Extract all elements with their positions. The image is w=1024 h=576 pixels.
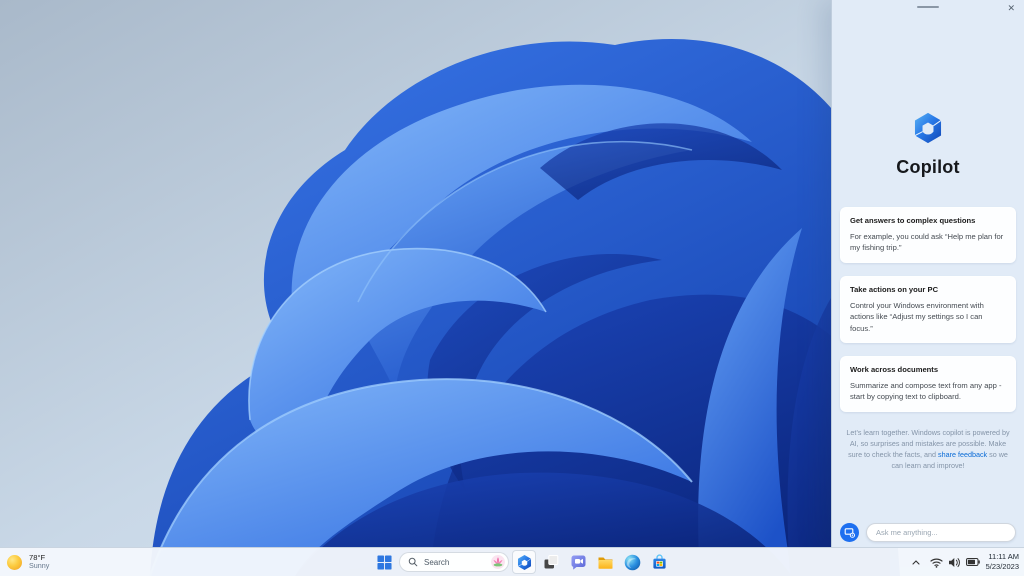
close-icon[interactable]: ✕ — [1005, 2, 1017, 15]
card-title: Work across documents — [850, 364, 939, 374]
suggestion-card-actions[interactable]: Take actions on your PC Control your Win… — [840, 275, 1016, 343]
taskbar: 78°F Sunny Search 11:11 AM 5/23/2023 — [0, 547, 1024, 576]
panel-title: Copilot — [896, 157, 960, 177]
store-button[interactable] — [647, 550, 671, 574]
edge-icon — [624, 554, 640, 570]
tray-date: 5/23/2023 — [985, 562, 1019, 571]
card-title: Get answers to complex questions — [850, 216, 976, 225]
taskbar-copilot-button[interactable] — [512, 550, 536, 574]
task-view-icon — [544, 555, 559, 569]
suggestion-card-documents[interactable]: Work across documents Summarize and comp… — [840, 355, 1016, 412]
system-tray: 11:11 AM 5/23/2023 — [908, 548, 1019, 576]
ai-disclaimer: Let’s learn together. Windows copilot is… — [845, 427, 1011, 472]
ask-me-anything-input[interactable] — [866, 523, 1016, 542]
file-explorer-button[interactable] — [593, 550, 617, 574]
desktop: ✕ Copilot Get answers to complex questio… — [0, 0, 1024, 576]
weather-widget[interactable]: 78°F Sunny — [7, 548, 49, 576]
chevron-up-icon — [912, 559, 920, 565]
chat-icon — [571, 555, 585, 570]
tray-time: 11:11 AM — [988, 552, 1019, 562]
edge-button[interactable] — [620, 550, 644, 574]
copilot-panel: ✕ Copilot Get answers to complex questio… — [831, 0, 1024, 548]
copilot-logo-icon — [911, 111, 945, 145]
wifi-icon — [930, 558, 943, 568]
task-view-button[interactable] — [539, 550, 563, 574]
sun-icon — [7, 554, 22, 570]
search-box[interactable]: Search — [399, 552, 509, 572]
share-feedback-link[interactable]: share feedback — [938, 450, 987, 459]
copilot-icon — [516, 554, 533, 571]
taskbar-center: Search — [372, 548, 671, 576]
battery-icon — [965, 558, 980, 566]
suggestion-card-questions[interactable]: Get answers to complex questions For exa… — [840, 207, 1016, 263]
volume-icon — [948, 557, 960, 567]
card-body: For example, you could ask “Help me plan… — [850, 232, 1004, 253]
search-label: Search — [424, 557, 450, 567]
quick-settings-button[interactable] — [930, 557, 980, 568]
lotus-flower-icon — [491, 555, 505, 569]
clock-widget[interactable]: 11:11 AM 5/23/2023 — [986, 552, 1019, 571]
copilot-logo — [832, 111, 1024, 145]
chat-button[interactable] — [566, 550, 590, 574]
weather-condition: Sunny — [29, 561, 50, 571]
suggestion-cards: Get answers to complex questions For exa… — [832, 207, 1024, 412]
hidden-icons-button[interactable] — [908, 550, 924, 574]
copilot-badge-icon[interactable] — [840, 523, 859, 542]
windows-start-icon — [376, 554, 392, 570]
card-title: Take actions on your PC — [850, 284, 939, 294]
start-button[interactable] — [372, 550, 396, 574]
ask-input-row — [840, 523, 1016, 542]
search-icon — [408, 557, 418, 567]
file-explorer-icon — [598, 557, 612, 569]
store-icon — [652, 553, 666, 569]
card-body: Summarize and compose text from any app … — [850, 380, 1002, 402]
drag-handle-icon[interactable] — [917, 6, 939, 8]
card-body: Control your Windows environment with ac… — [850, 300, 984, 333]
